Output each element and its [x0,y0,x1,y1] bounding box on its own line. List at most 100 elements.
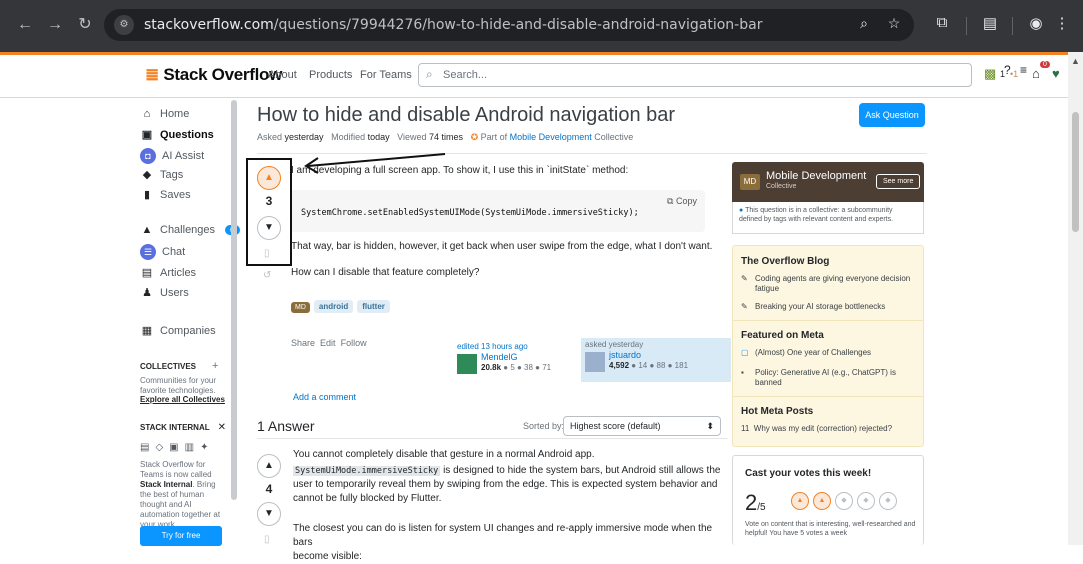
extensions-icon[interactable]: ⧉ [932,14,952,31]
cast-votes-widget: Cast your votes this week! 2/5 ▲ ▲ ◆ ◆ ◆… [732,455,924,545]
meta-item[interactable]: ▢ (Almost) One year of Challenges [741,348,917,358]
share-link[interactable]: Share [291,338,315,348]
votes-remaining: 2/5 [745,490,766,515]
site-header: ≣ Stack Overflow About Products For Team… [0,52,1068,98]
search-input[interactable]: ⌕ Search... [418,63,972,87]
page-scrollbar[interactable]: ▲ [1068,52,1083,545]
collective-name[interactable]: Mobile Development [766,170,866,182]
bulb-icon: ✦ [200,442,215,453]
help-icon[interactable]: ? [1004,63,1011,77]
nav-companies[interactable]: ▦ Companies [140,324,216,338]
try-for-free-button[interactable]: Try for free [140,526,222,546]
blog-item[interactable]: ✎ Breaking your AI storage bottlenecks [741,302,917,312]
widget-divider [733,396,923,397]
toolbar-divider [966,17,967,35]
add-comment-link[interactable]: Add a comment [293,392,356,402]
scroll-up-icon[interactable]: ▲ [1071,56,1080,66]
nav-home[interactable]: ⌂ Home [140,108,190,120]
nav-label: Articles [160,266,197,279]
meta-item[interactable]: ▪ Policy: Generative AI (e.g., ChatGPT) i… [741,368,917,388]
answer-bookmark-icon[interactable]: ▯ [264,534,270,545]
close-icon[interactable]: ✕ [218,422,226,433]
vote-available-icon: ◆ [835,492,853,510]
scrollbar-thumb[interactable] [1072,112,1079,232]
stackoverflow-logo[interactable]: ≣ Stack Overflow [145,65,282,85]
zoom-icon[interactable]: ⌕ [854,15,874,32]
nav-tags[interactable]: ◆ Tags [140,168,183,182]
asker-badges: ● 14 ● 88 ● 181 [631,361,689,370]
bookmark-star-icon[interactable]: ☆ [884,15,904,32]
blog-item[interactable]: ✎ Coding agents are giving everyone decis… [741,274,917,294]
menu-icon[interactable]: ⋮ [1052,14,1072,32]
answer-body-p2: SystemUiMode.immersiveSticky is designed… [293,465,721,504]
left-sidebar: ⌂ Home ▣ Questions ◘ AI Assist ◆ Tags ▮ Saves… [140,98,241,546]
forward-icon[interactable]: → [44,10,66,40]
answer-body-p3: The closest you can do is listen for sys… [293,523,713,562]
collective-card: MD Mobile Development Collective See mor… [732,162,924,202]
about-link[interactable]: About [268,69,297,81]
reading-list-icon[interactable]: ▤ [980,14,1000,32]
editor-badges: ● 5 ● 38 ● 71 [503,363,552,372]
nav-articles[interactable]: ▤ Articles [140,266,197,280]
tag-android[interactable]: android [313,300,354,313]
achievements-icon[interactable]: ♥ [1052,66,1060,81]
back-icon[interactable]: ← [14,10,36,40]
see-more-button[interactable]: See more [876,174,921,189]
inline-code: SystemUiMode.immersiveSticky [293,466,441,476]
url-text[interactable]: stackoverflow.com/questions/79944276/how… [144,9,762,41]
internal-description: Stack Overflow for Teams is now called S… [140,460,221,529]
code-block: ⧉ Copy SystemChrome.setEnabledSystemUIMo… [291,190,705,232]
answer-upvote-button[interactable]: ▲ [257,454,281,478]
asker-avatar[interactable] [585,352,605,372]
ask-question-button[interactable]: Ask Question [859,103,925,127]
profile-icon[interactable]: ◉ [1026,14,1046,32]
asker-rep: 4,592 [609,361,630,370]
site-info-icon[interactable]: ⚙ [114,15,134,35]
sidebar-scrollbar-thumb[interactable] [231,100,237,500]
history-icon[interactable]: ↺ [263,270,271,281]
answers-count: 1 Answer [257,418,315,434]
hot-meta-item[interactable]: 11 Why was my edit (correction) rejected… [741,424,917,434]
answer-downvote-button[interactable]: ▼ [257,502,281,526]
answers-divider [257,438,727,439]
avatar[interactable]: ▩ [984,66,996,82]
sidebar-scrollbar[interactable] [230,90,238,540]
editor-card: edited 13 hours ago MendelG 20.8k ● 5 ● … [457,342,551,374]
nav-questions[interactable]: ▣ Questions [140,128,214,142]
nav-label: Home [160,108,190,120]
nav-label: Challenges [160,224,216,236]
nav-ai-assist[interactable]: ◘ AI Assist [140,148,204,164]
address-bar[interactable]: ⚙ stackoverflow.com/questions/79944276/h… [104,9,914,41]
page-title[interactable]: How to hide and disable Android navigati… [257,104,675,127]
explore-collectives-link[interactable]: Explore all Collectives [140,395,230,405]
reload-icon[interactable]: ↻ [74,10,96,40]
nav-users[interactable]: ♟ Users [140,286,189,300]
editor-avatar[interactable] [457,354,477,374]
asker-name[interactable]: jstuardo [609,350,641,360]
nav-chat[interactable]: ☰ Chat [140,244,185,260]
tag-flutter[interactable]: flutter [357,300,390,313]
meta-heading: Featured on Meta [741,330,824,341]
hot-meta-heading: Hot Meta Posts [741,406,814,417]
inbox-icon[interactable]: ⌂ [1032,66,1040,81]
follow-link[interactable]: Follow [341,338,367,348]
add-collective-icon[interactable]: + [212,360,218,372]
chart-icon: ▥ [184,442,201,453]
stack-internal-heading: STACK INTERNAL ✕ [140,422,227,433]
internal-icons: ▤◇▣▥✦ [140,442,214,453]
copy-button[interactable]: ⧉ Copy [667,196,697,207]
products-link[interactable]: Products [309,69,352,81]
edited-link[interactable]: edited 13 hours ago [457,342,528,351]
edit-link[interactable]: Edit [320,338,336,348]
collectives-description: Communities for your favorite technologi… [140,376,217,395]
nav-saves[interactable]: ▮ Saves [140,188,191,202]
nav-challenges[interactable]: ▲Challenges0 [140,224,241,236]
site-switcher-icon[interactable]: ≡ [1020,63,1027,77]
editor-name[interactable]: MendelG [481,352,518,362]
sort-select[interactable]: Highest score (default) ⬍ [563,416,721,436]
bookmark-icon: ▮ [143,189,151,201]
vote-available-icon: ◆ [879,492,897,510]
pencil-icon: ✎ [741,274,748,283]
for-teams-link[interactable]: For Teams [360,69,412,81]
collective-link[interactable]: Mobile Development [510,132,592,142]
